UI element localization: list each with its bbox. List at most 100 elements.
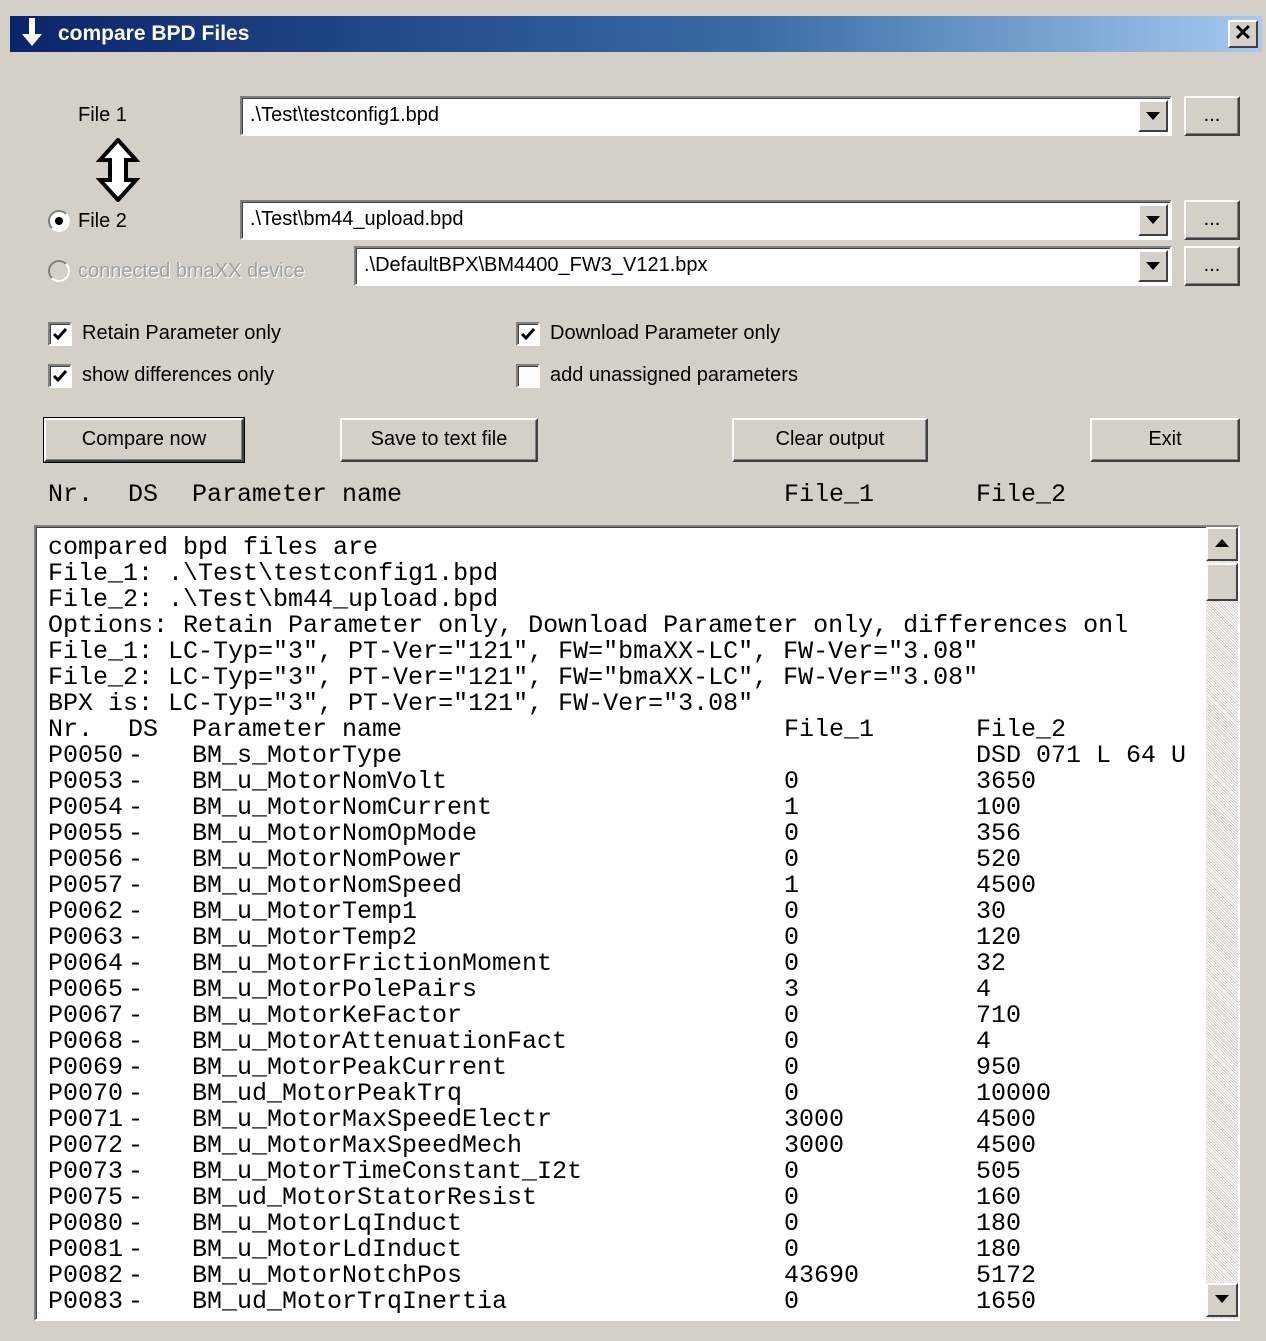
output-line: compared bpd files are xyxy=(48,535,1198,561)
cell-ds: - xyxy=(128,977,144,1003)
output-row: P0067- BM_u_MotorKeFactor 0 710 xyxy=(48,1003,1198,1029)
file1-combobox[interactable]: .\Test\testconfig1.bpd xyxy=(240,96,1172,136)
cell-nr: P0050 xyxy=(48,743,124,769)
output-textarea[interactable]: compared bpd files are File_1: .\Test\tes… xyxy=(34,525,1240,1321)
cell-ds: - xyxy=(128,951,144,977)
cell-name: BM_u_MotorAttenuationFact xyxy=(192,1029,568,1055)
differences-label: show differences only xyxy=(82,364,274,386)
cell-file2: 356 xyxy=(976,821,1022,847)
cell-nr: P0053 xyxy=(48,769,124,795)
cell-name: BM_u_MotorLqInduct xyxy=(192,1211,463,1237)
device-browse-button[interactable]: ... xyxy=(1184,246,1240,286)
cell-name: BM_u_MotorLdInduct xyxy=(192,1237,463,1263)
scroll-up-button[interactable] xyxy=(1206,527,1238,561)
retain-checkbox[interactable] xyxy=(48,322,72,346)
col-nr: Nr. xyxy=(48,480,94,509)
dropdown-arrow-icon xyxy=(1146,112,1160,120)
output-row: P0055- BM_u_MotorNomOpMode 0 356 xyxy=(48,821,1198,847)
browse-label: ... xyxy=(1203,254,1221,276)
output-row: P0068- BM_u_MotorAttenuationFact 0 4 xyxy=(48,1029,1198,1055)
compare-button[interactable]: Compare now xyxy=(43,417,245,463)
output-row: P0057- BM_u_MotorNomSpeed 1 4500 xyxy=(48,873,1198,899)
vertical-scrollbar[interactable] xyxy=(1206,527,1238,1319)
scroll-thumb[interactable] xyxy=(1206,563,1238,601)
dropdown-arrow-icon xyxy=(1146,216,1160,224)
save-label: Save to text file xyxy=(370,428,508,450)
cell-file2: 5172 xyxy=(976,1263,1037,1289)
checkmark-icon xyxy=(520,328,536,341)
differences-checkbox[interactable] xyxy=(48,364,72,388)
cell-file2: 32 xyxy=(976,951,1007,977)
cell-nr: P0070 xyxy=(48,1081,124,1107)
output-line: Options: Retain Parameter only, Download… xyxy=(48,613,1198,639)
cell-file2: 4 xyxy=(976,1029,992,1055)
title-bar[interactable]: compare BPD Files ✕ xyxy=(10,16,1262,52)
cell-ds: - xyxy=(128,899,144,925)
file1-browse-button[interactable]: ... xyxy=(1184,96,1240,136)
output-row: P0082- BM_u_MotorNotchPos 43690 5172 xyxy=(48,1263,1198,1289)
output-row: P0062- BM_u_MotorTemp1 0 30 xyxy=(48,899,1198,925)
cell-name: BM_u_MotorTemp1 xyxy=(192,899,418,925)
output-line: File_2: LC-Typ="3", PT-Ver="121", FW="bm… xyxy=(48,665,1198,691)
output-row: P0053- BM_u_MotorNomVolt 0 3650 xyxy=(48,769,1198,795)
output-row: P0071- BM_u_MotorMaxSpeedElectr 3000 4500 xyxy=(48,1107,1198,1133)
compare-bpd-dialog: compare BPD Files ✕ File 1 .\Test\testco… xyxy=(0,0,1266,1341)
file2-dropdown-button[interactable] xyxy=(1138,204,1168,236)
cell-name: BM_ud_MotorStatorResist xyxy=(192,1185,538,1211)
checkmark-icon xyxy=(52,370,68,383)
output-line: File_1: LC-Typ="3", PT-Ver="121", FW="bm… xyxy=(48,639,1198,665)
cell-name: BM_u_MotorNomVolt xyxy=(192,769,448,795)
cell-name: BM_u_MotorFrictionMoment xyxy=(192,951,553,977)
output-row: P0075- BM_ud_MotorStatorResist 0 160 xyxy=(48,1185,1198,1211)
unassigned-checkbox[interactable] xyxy=(516,364,540,388)
col-file1: File_1 xyxy=(784,480,875,509)
clear-output-button[interactable]: Clear output xyxy=(732,418,928,462)
clear-label: Clear output xyxy=(775,428,885,450)
browse-label: ... xyxy=(1203,208,1221,230)
cell-ds: - xyxy=(128,1055,144,1081)
cell-file1: 0 xyxy=(784,1289,800,1315)
cell-file1: 0 xyxy=(784,1055,800,1081)
file2-combobox[interactable]: .\Test\bm44_upload.bpd xyxy=(240,200,1172,240)
cell-ds: - xyxy=(128,1211,144,1237)
cell-ds: - xyxy=(128,1081,144,1107)
scroll-down-button[interactable] xyxy=(1206,1283,1238,1317)
cell-name: Parameter name xyxy=(192,717,403,743)
file2-path: .\Test\bm44_upload.bpd xyxy=(250,208,464,230)
close-button[interactable]: ✕ xyxy=(1228,20,1258,48)
cell-ds: - xyxy=(128,1159,144,1185)
download-label: Download Parameter only xyxy=(550,322,781,344)
output-line: File_1: .\Test\testconfig1.bpd xyxy=(48,561,1198,587)
output-row: P0065- BM_u_MotorPolePairs 3 4 xyxy=(48,977,1198,1003)
output-line: File_2: .\Test\bm44_upload.bpd xyxy=(48,587,1198,613)
cell-ds: - xyxy=(128,925,144,951)
save-button[interactable]: Save to text file xyxy=(340,418,538,462)
cell-nr: P0062 xyxy=(48,899,124,925)
device-dropdown-button[interactable] xyxy=(1138,250,1168,282)
cell-name: BM_u_MotorTemp2 xyxy=(192,925,418,951)
cell-file2: 120 xyxy=(976,925,1022,951)
device-combobox[interactable]: .\DefaultBPX\BM4400_FW3_V121.bpx xyxy=(354,246,1172,286)
file1-dropdown-button[interactable] xyxy=(1138,100,1168,132)
unassigned-label: add unassigned parameters xyxy=(550,364,798,386)
cell-file1: 0 xyxy=(784,1029,800,1055)
exit-button[interactable]: Exit xyxy=(1090,418,1240,462)
output-row: P0050- BM_s_MotorType DSD 071 L 64 U xyxy=(48,743,1198,769)
device-radio[interactable] xyxy=(48,260,70,282)
cell-nr: P0082 xyxy=(48,1263,124,1289)
down-arrow-icon xyxy=(1215,1295,1229,1303)
output-row: P0069- BM_u_MotorPeakCurrent 0 950 xyxy=(48,1055,1198,1081)
cell-file2: 3650 xyxy=(976,769,1037,795)
cell-file1: 1 xyxy=(784,795,800,821)
cell-nr: P0056 xyxy=(48,847,124,873)
cell-ds: - xyxy=(128,1237,144,1263)
cell-ds: - xyxy=(128,821,144,847)
cell-nr: Nr. xyxy=(48,717,94,743)
cell-nr: P0055 xyxy=(48,821,124,847)
file2-browse-button[interactable]: ... xyxy=(1184,200,1240,240)
output-header-row: Nr. DS Parameter name File_1 File_2 xyxy=(48,717,1198,743)
browse-label: ... xyxy=(1203,104,1221,126)
cell-ds: - xyxy=(128,743,144,769)
download-checkbox[interactable] xyxy=(516,322,540,346)
file2-radio[interactable] xyxy=(48,210,70,232)
